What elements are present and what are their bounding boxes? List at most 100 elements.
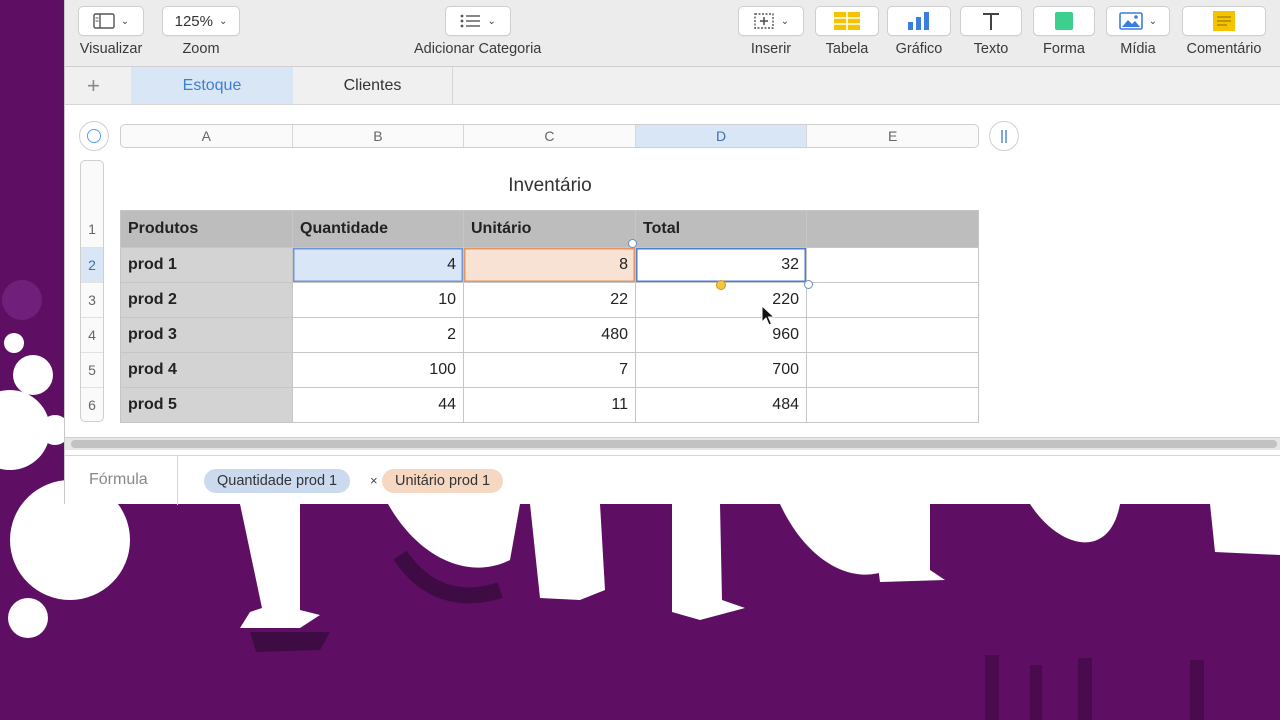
add-column-handle[interactable] [989, 121, 1019, 151]
quantity-cell[interactable]: 10 [292, 282, 464, 318]
shape-button[interactable] [1033, 6, 1095, 36]
unit-cell[interactable]: 11 [463, 387, 636, 423]
column-header-a[interactable]: A [121, 125, 293, 147]
zoom-label: Zoom [182, 41, 220, 57]
view-control[interactable]: ⌄ Visualizar [78, 6, 144, 57]
zoom-button[interactable]: 125% ⌄ [162, 6, 240, 36]
add-category-control[interactable]: ⌄ Adicionar Categoria [414, 6, 541, 57]
column-header-b[interactable]: B [293, 125, 465, 147]
total-cell-editing[interactable]: 32 [635, 247, 807, 283]
unit-cell-referenced[interactable]: 8 [463, 247, 636, 283]
table-row: prod 4 100 7 700 [120, 352, 979, 388]
header-cell[interactable] [806, 210, 979, 248]
media-control[interactable]: ⌄ Mídia [1106, 6, 1170, 57]
insert-icon [754, 13, 774, 29]
formula-label: Fórmula [89, 471, 148, 488]
insert-button[interactable]: ⌄ [738, 6, 804, 36]
view-label: Visualizar [79, 41, 143, 57]
row-header-3[interactable]: 3 [81, 282, 103, 317]
formula-token-quantity[interactable]: Quantidade prod 1 [204, 469, 351, 493]
header-cell[interactable]: Total [635, 210, 807, 248]
comment-button[interactable] [1182, 6, 1266, 36]
sheet-tab-bar: + Estoque Clientes [65, 67, 1280, 105]
tab-clientes[interactable]: Clientes [293, 67, 453, 104]
quantity-cell[interactable]: 2 [292, 317, 464, 353]
product-cell[interactable]: prod 3 [120, 317, 293, 353]
column-header-c[interactable]: C [464, 125, 636, 147]
row-header-4[interactable]: 4 [81, 317, 103, 352]
total-cell[interactable]: 960 [635, 317, 807, 353]
product-cell[interactable]: prod 1 [120, 247, 293, 283]
formula-token-unit[interactable]: Unitário prod 1 [382, 469, 504, 493]
empty-cell[interactable] [806, 387, 979, 423]
comment-control[interactable]: Comentário [1182, 6, 1266, 57]
row-header-bar: 1 2 3 4 5 6 [80, 160, 104, 422]
comment-label: Comentário [1186, 41, 1262, 57]
toolbar: ⌄ Visualizar 125% ⌄ Zoom ⌄ Adicionar Cat… [65, 0, 1280, 67]
insert-label: Inserir [750, 41, 792, 57]
text-control[interactable]: Texto [960, 6, 1022, 57]
selection-handle-top[interactable] [628, 239, 637, 248]
table-row: prod 1 4 8 32 [120, 247, 979, 283]
chart-label: Gráfico [895, 41, 943, 57]
scrollbar-thumb[interactable] [71, 440, 1277, 448]
row-header-2[interactable]: 2 [81, 247, 103, 282]
autofill-handle[interactable] [716, 280, 726, 290]
column-header-d[interactable]: D [635, 125, 808, 147]
unit-cell[interactable]: 22 [463, 282, 636, 318]
table-row: prod 3 2 480 960 [120, 317, 979, 353]
table-title[interactable]: Inventário [121, 175, 979, 197]
text-t-icon [983, 13, 999, 30]
total-cell[interactable]: 700 [635, 352, 807, 388]
shape-control[interactable]: Forma [1033, 6, 1095, 57]
product-cell[interactable]: prod 5 [120, 387, 293, 423]
chart-button[interactable] [887, 6, 951, 36]
unit-cell[interactable]: 480 [463, 317, 636, 353]
select-table-button[interactable] [79, 121, 109, 151]
formula-operator[interactable]: × [370, 473, 378, 488]
column-header-e[interactable]: E [807, 125, 978, 147]
zoom-control[interactable]: 125% ⌄ Zoom [162, 6, 240, 57]
tab-estoque[interactable]: Estoque [131, 67, 293, 104]
row-header-1[interactable]: 1 [81, 210, 103, 247]
chart-control[interactable]: Gráfico [887, 6, 951, 57]
mouse-pointer-icon [761, 305, 775, 326]
header-cell[interactable]: Produtos [120, 210, 293, 248]
horizontal-scrollbar[interactable] [65, 437, 1280, 450]
formula-bar: Fórmula Quantidade prod 1 × Unitário pro… [65, 455, 1280, 505]
column-handle-icon [1001, 129, 1007, 143]
header-cell[interactable]: Unitário [463, 210, 636, 248]
header-cell[interactable]: Quantidade [292, 210, 464, 248]
quantity-cell[interactable]: 100 [292, 352, 464, 388]
quantity-cell-referenced[interactable]: 4 [292, 247, 464, 283]
text-button[interactable] [960, 6, 1022, 36]
chevron-down-icon: ⌄ [487, 15, 496, 27]
add-sheet-button[interactable]: + [87, 73, 100, 99]
numbers-window: ⌄ Visualizar 125% ⌄ Zoom ⌄ Adicionar Cat… [64, 0, 1280, 505]
add-category-button[interactable]: ⌄ [444, 6, 511, 36]
row-header-5[interactable]: 5 [81, 352, 103, 387]
row-header-6[interactable]: 6 [81, 387, 103, 421]
chevron-down-icon: ⌄ [218, 15, 228, 27]
table-button[interactable] [815, 6, 879, 36]
media-image-icon [1118, 12, 1143, 30]
empty-cell[interactable] [806, 247, 979, 283]
empty-cell[interactable] [806, 282, 979, 318]
product-cell[interactable]: prod 4 [120, 352, 293, 388]
table-control[interactable]: Tabela [815, 6, 879, 57]
empty-cell[interactable] [806, 317, 979, 353]
empty-cell[interactable] [806, 352, 979, 388]
add-category-label: Adicionar Categoria [414, 41, 542, 57]
table-row: prod 2 10 22 220 [120, 282, 979, 318]
media-button[interactable]: ⌄ [1106, 6, 1170, 36]
text-label: Texto [973, 41, 1009, 57]
product-cell[interactable]: prod 2 [120, 282, 293, 318]
unit-cell[interactable]: 7 [463, 352, 636, 388]
selection-handle-bottom-right[interactable] [804, 280, 813, 289]
comment-note-icon [1213, 11, 1235, 31]
total-cell[interactable]: 484 [635, 387, 807, 423]
view-button[interactable]: ⌄ [78, 6, 144, 36]
table-icon [834, 12, 860, 30]
insert-control[interactable]: ⌄ Inserir [738, 6, 804, 57]
quantity-cell[interactable]: 44 [292, 387, 464, 423]
